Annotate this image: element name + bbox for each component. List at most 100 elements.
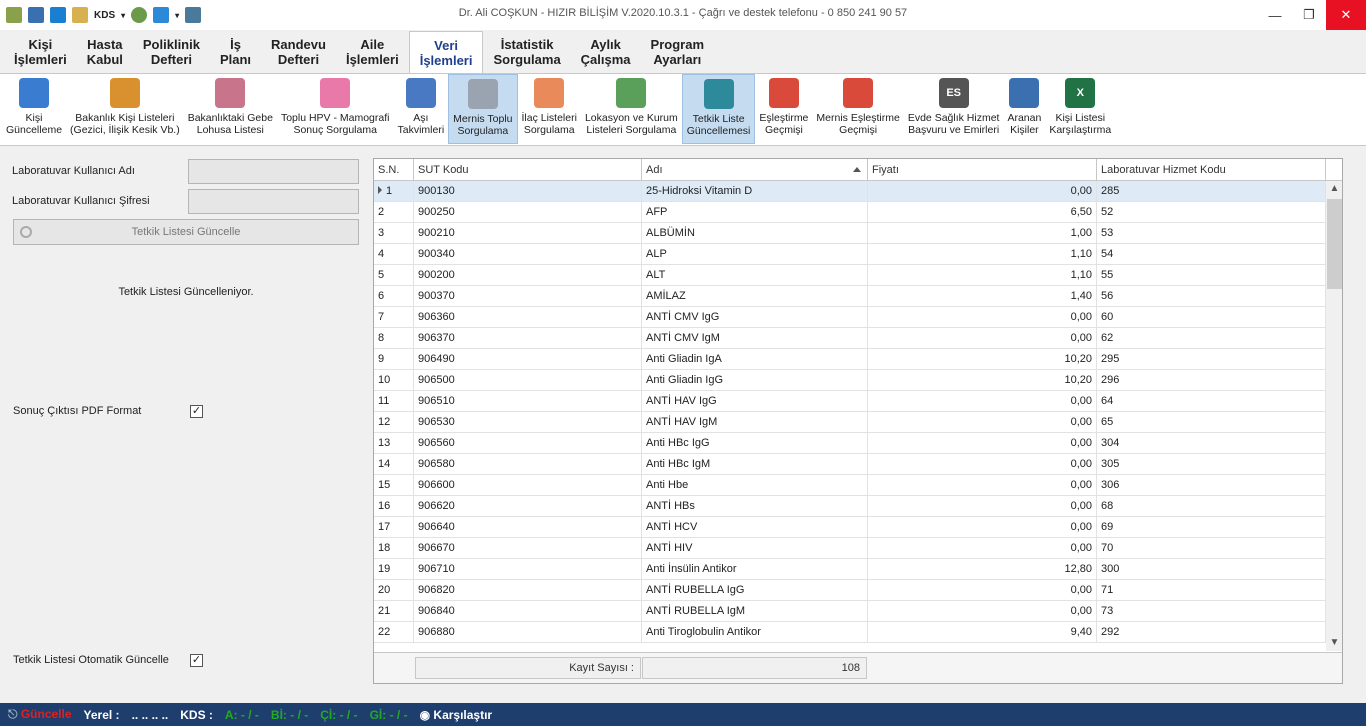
table-cell: ANTİ RUBELLA IgM	[642, 601, 868, 622]
tab-veri-islemleri[interactable]: Veri İşlemleri	[408, 31, 484, 73]
column-header-price[interactable]: Fiyatı	[868, 159, 1097, 181]
pink-ribbon-icon	[320, 78, 351, 108]
restore-button[interactable]: ❐	[1292, 0, 1326, 30]
grid-vertical-scrollbar[interactable]: ▲ ▼	[1326, 181, 1342, 651]
update-test-list-button[interactable]: Tetkik Listesi Güncelle	[13, 219, 359, 245]
kds-a: A: - / -	[224, 707, 259, 722]
kisi-listesi-karsilastirma-button[interactable]: X Kişi Listesi Karşılaştırma	[1045, 74, 1115, 144]
tab-kisi-islemleri[interactable]: Kişi İşlemleri	[4, 31, 77, 73]
table-row[interactable]: 7 906360 ANTİ CMV IgG 0,00 60	[374, 307, 1326, 328]
table-row[interactable]: 5 900200 ALT 1,10 55	[374, 265, 1326, 286]
table-cell: 906560	[414, 433, 642, 454]
gebe-lohusa-listesi-button[interactable]: Bakanlıktaki Gebe Lohusa Listesi	[184, 74, 277, 144]
scroll-thumb[interactable]	[1327, 199, 1342, 289]
scroll-up-icon[interactable]: ▲	[1326, 181, 1342, 197]
table-cell: Anti HBc IgG	[642, 433, 868, 454]
tab-is-plani[interactable]: İş Planı	[210, 31, 261, 73]
table-cell: Anti İnsülin Antikor	[642, 559, 868, 580]
table-cell: 900250	[414, 202, 642, 223]
table-row[interactable]: 17 906640 ANTİ HCV 0,00 69	[374, 517, 1326, 538]
table-row[interactable]: 8 906370 ANTİ CMV IgM 0,00 62	[374, 328, 1326, 349]
close-button[interactable]: ✕	[1326, 0, 1366, 30]
row-pointer-icon	[378, 186, 382, 194]
table-row[interactable]: 2 900250 AFP 6,50 52	[374, 202, 1326, 223]
bakanlik-kisi-listeleri-button[interactable]: Bakanlık Kişi Listeleri (Gezici, İlişik …	[66, 74, 184, 144]
lab-password-label: Laboratuvar Kullanıcı Şifresi	[12, 195, 150, 207]
scroll-down-icon[interactable]: ▼	[1326, 635, 1342, 651]
update-status[interactable]: ⎋ Güncelle	[8, 707, 72, 722]
table-cell: 55	[1097, 265, 1326, 286]
tab-aylik-calisma[interactable]: Aylık Çalışma	[571, 31, 641, 73]
row-number: 20	[378, 584, 391, 596]
mernis-toplu-sorgulama-button[interactable]: Mernis Toplu Sorgulama	[448, 74, 518, 144]
hpv-mamografi-button[interactable]: Toplu HPV - Mamografi Sonuç Sorgulama	[277, 74, 394, 144]
table-row[interactable]: 20 906820 ANTİ RUBELLA IgG 0,00 71	[374, 580, 1326, 601]
tetkik-liste-guncellemesi-button[interactable]: Tetkik Liste Güncellemesi	[681, 74, 756, 144]
lab-password-input[interactable]	[188, 189, 359, 214]
table-cell: ALBÜMİN	[642, 223, 868, 244]
table-row[interactable]: 12 906530 ANTİ HAV IgM 0,00 65	[374, 412, 1326, 433]
column-header-name[interactable]: Adı	[642, 159, 868, 181]
table-cell: 19	[374, 559, 414, 580]
table-row[interactable]: 19 906710 Anti İnsülin Antikor 12,80 300	[374, 559, 1326, 580]
table-cell: 10	[374, 370, 414, 391]
tab-hasta-kabul[interactable]: Hasta Kabul	[77, 31, 133, 73]
table-cell: AFP	[642, 202, 868, 223]
ilac-listeleri-button[interactable]: İlaç Listeleri Sorgulama	[518, 74, 581, 144]
table-row[interactable]: 16 906620 ANTİ HBs 0,00 68	[374, 496, 1326, 517]
evde-saglik-hizmet-label: Evde Sağlık Hizmet Başvuru ve Emirleri	[907, 112, 1000, 136]
table-cell: 54	[1097, 244, 1326, 265]
kds-ci: Çİ: - / -	[320, 707, 358, 722]
calendar-clock-icon	[768, 78, 799, 108]
column-header-sn[interactable]: S.N.	[374, 159, 414, 181]
table-cell: 11	[374, 391, 414, 412]
column-header-sut-code[interactable]: SUT Kodu	[414, 159, 642, 181]
pregnant-woman-icon	[215, 78, 246, 108]
local-value: .. .. .. ..	[131, 707, 169, 722]
table-row[interactable]: 6 900370 AMİLAZ 1,40 56	[374, 286, 1326, 307]
tab-randevu-defteri[interactable]: Randevu Defteri	[261, 31, 336, 73]
tab-aile-islemleri[interactable]: Aile İşlemleri	[336, 31, 409, 73]
evde-saglik-hizmet-button[interactable]: ES Evde Sağlık Hizmet Başvuru ve Emirleri	[904, 74, 1004, 144]
minimize-button[interactable]: —	[1258, 0, 1292, 30]
row-number: 2	[378, 206, 385, 218]
table-row[interactable]: 18 906670 ANTİ HIV 0,00 70	[374, 538, 1326, 559]
table-row[interactable]: 11 906510 ANTİ HAV IgG 0,00 64	[374, 391, 1326, 412]
table-cell: 25-Hidroksi Vitamin D	[642, 181, 868, 202]
row-number: 18	[378, 542, 391, 554]
microphone-icon: ⎋	[8, 707, 18, 721]
asi-takvimleri-button[interactable]: Aşı Takvimleri	[393, 74, 448, 144]
table-cell: 0,00	[868, 601, 1097, 622]
tab-program-ayarlari[interactable]: Program Ayarları	[641, 31, 714, 73]
table-row[interactable]: 3 900210 ALBÜMİN 1,00 53	[374, 223, 1326, 244]
compare-status[interactable]: ◉ Karşılaştır	[420, 708, 493, 722]
pdf-format-checkbox[interactable]: ✓	[190, 405, 203, 418]
row-number: 12	[378, 416, 391, 428]
table-row[interactable]: 13 906560 Anti HBc IgG 0,00 304	[374, 433, 1326, 454]
mernis-eslestirme-gecmisi-button[interactable]: Mernis Eşleştirme Geçmişi	[812, 74, 903, 144]
tab-poliklinik-defteri[interactable]: Poliklinik Defteri	[133, 31, 210, 73]
bakanlik-kisi-listeleri-label: Bakanlık Kişi Listeleri (Gezici, İlişik …	[70, 112, 180, 136]
table-row[interactable]: 1 900130 25-Hidroksi Vitamin D 0,00 285	[374, 181, 1326, 202]
table-cell: 9	[374, 349, 414, 370]
tab-istatistik-sorgulama[interactable]: İstatistik Sorgulama	[483, 31, 570, 73]
table-cell: 906670	[414, 538, 642, 559]
auto-update-label: Tetkik Listesi Otomatik Güncelle	[13, 654, 169, 666]
column-header-lab-code[interactable]: Laboratuvar Hizmet Kodu	[1097, 159, 1326, 181]
table-row[interactable]: 21 906840 ANTİ RUBELLA IgM 0,00 73	[374, 601, 1326, 622]
lokasyon-kurum-button[interactable]: Lokasyon ve Kurum Listeleri Sorgulama	[581, 74, 682, 144]
table-row[interactable]: 9 906490 Anti Gliadin IgA 10,20 295	[374, 349, 1326, 370]
microscope-icon	[703, 79, 734, 109]
eslestirme-gecmisi-button[interactable]: Eşleştirme Geçmişi	[755, 74, 812, 144]
table-row[interactable]: 10 906500 Anti Gliadin IgG 10,20 296	[374, 370, 1326, 391]
table-row[interactable]: 22 906880 Anti Tiroglobulin Antikor 9,40 292	[374, 622, 1326, 643]
table-cell: 9,40	[868, 622, 1097, 643]
aranan-kisiler-button[interactable]: Aranan Kişiler	[1003, 74, 1045, 144]
table-row[interactable]: 14 906580 Anti HBc IgM 0,00 305	[374, 454, 1326, 475]
table-row[interactable]: 4 900340 ALP 1,10 54	[374, 244, 1326, 265]
table-cell: 15	[374, 475, 414, 496]
kisi-guncelleme-button[interactable]: Kişi Güncelleme	[2, 74, 66, 144]
lab-username-input[interactable]	[188, 159, 359, 184]
table-row[interactable]: 15 906600 Anti Hbe 0,00 306	[374, 475, 1326, 496]
auto-update-checkbox[interactable]: ✓	[190, 654, 203, 667]
